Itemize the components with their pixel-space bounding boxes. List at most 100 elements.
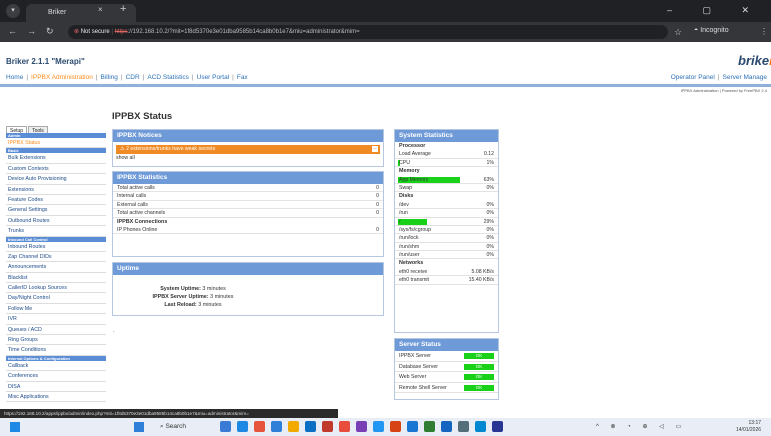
uptime-panel: Uptime System Uptime: 3 minutes IPPBX Ser… (112, 262, 384, 316)
sidebar-item-callerid-lookup-sources[interactable]: CallerID Lookup Sources (6, 283, 106, 294)
nav-cdr[interactable]: CDR (126, 74, 140, 81)
top-nav: Home | IPPBX Administration | Billing | CDR | AC… (6, 74, 248, 81)
taskbar-app-icon[interactable] (237, 421, 248, 432)
ok-badge: OK (464, 363, 494, 370)
system-value: 0.12 (483, 151, 494, 158)
sidebar-item-device-auto-provisioning[interactable]: Device Auto Provisioning (6, 174, 106, 185)
nav-acd-statistics[interactable]: ACD Statistics (147, 74, 189, 81)
taskbar-app-icon[interactable] (373, 421, 384, 432)
nav-buttons[interactable]: ←→↻ (8, 26, 64, 37)
browser-menu-icon[interactable]: ⋮ (760, 27, 768, 36)
system-value: 0% (486, 210, 495, 217)
nav-server-manage[interactable]: Server Manage (723, 74, 767, 81)
window-controls[interactable]: – ▢ ✕ (667, 5, 763, 16)
taskbar-app-icon[interactable] (424, 421, 435, 432)
sidebar-item-trunks[interactable]: Trunks (6, 226, 106, 237)
stat-row: External calls 0 (113, 201, 383, 210)
sidebar-item-conferences[interactable]: Conferences (6, 371, 106, 382)
connections-heading: IPPBX Connections (117, 218, 168, 225)
sidebar-item-follow-me[interactable]: Follow Me (6, 304, 106, 315)
sidebar-item-callback[interactable]: Callback (6, 361, 106, 372)
url-field[interactable]: ⊗ Not secure | https://192.168.10.2/?mit… (68, 25, 668, 39)
stat-row: Total active channels 0 (113, 209, 383, 218)
system-value: 0% (486, 235, 495, 242)
system-row: Swap 0% (395, 184, 498, 193)
system-value: 0% (486, 252, 495, 259)
sidebar-item-disa[interactable]: DISA (6, 382, 106, 392)
nav-billing[interactable]: Billing (101, 74, 118, 81)
clock[interactable]: 13:17 14/01/2026 (736, 420, 761, 434)
system-statistics-panel: System Statistics Processor Load Average 0… (394, 129, 499, 333)
nav-home[interactable]: Home (6, 74, 23, 81)
taskbar-app-icon[interactable] (220, 421, 231, 432)
weak-secret-alert[interactable]: ⚠ 2 extensions/trunks have weak secrets … (116, 145, 380, 154)
system-tray[interactable]: ^ ⊗ ◔ ⊕ ◁ ▭ (596, 423, 686, 430)
new-tab-button[interactable]: + (120, 3, 126, 15)
taskbar-app-icon[interactable] (254, 421, 265, 432)
warning-icon: ⊗ (74, 29, 80, 35)
taskbar-app-icon[interactable] (271, 421, 282, 432)
sidebar-item-outbound-routes[interactable]: Outbound Routes (6, 216, 106, 227)
nav-operator-panel[interactable]: Operator Panel (671, 74, 715, 81)
show-all-link[interactable]: show all (113, 155, 383, 161)
system-label: App Memory (399, 176, 429, 183)
system-label: /run/user (399, 252, 420, 259)
stat-label: Total active calls (117, 185, 155, 191)
system-value: 0% (486, 243, 495, 250)
sidebar-item-blacklist[interactable]: Blacklist (6, 273, 106, 284)
sidebar-item-general-settings[interactable]: General Settings (6, 205, 106, 216)
system-row: /run/user 0% (395, 251, 498, 260)
sidebar-item-ivr[interactable]: IVR (6, 314, 106, 325)
sidebar-item-ippbx-status[interactable]: IPPBX Status (6, 138, 106, 149)
sidebar-item-feature-codes[interactable]: Feature Codes (6, 195, 106, 206)
sidebar-item-zap-channel-dids[interactable]: Zap Channel DIDs (6, 252, 106, 263)
taskbar-app-icon[interactable] (356, 421, 367, 432)
server-name: IPPBX Server (399, 353, 432, 359)
taskbar-app-icon[interactable] (441, 421, 452, 432)
sidebar-item-extensions[interactable]: Extensions (6, 185, 106, 195)
system-value: 0% (486, 226, 495, 233)
tab-search-icon[interactable]: ▾ (6, 4, 20, 18)
taskbar-search[interactable]: ⌕ Search (150, 420, 210, 434)
sidebar-item-inbound-routes[interactable]: Inbound Routes (6, 242, 106, 252)
sidebar-item-bulk-extensions[interactable]: Bulk Extensions (6, 153, 106, 164)
incognito-badge[interactable]: ◓ Incognito (694, 27, 729, 34)
sidebar-item-day-night-control[interactable]: Day/Night Control (6, 293, 106, 304)
system-row: eth0 transmit 15.40 KB/s (395, 276, 498, 285)
nav-fax[interactable]: Fax (237, 74, 248, 81)
sidebar-item-custom-contexts[interactable]: Custom Contexts (6, 164, 106, 175)
alert-close-icon[interactable]: – (372, 146, 378, 152)
sidebar: Admin IPPBX Status Basic Bulk Extensions Cus… (6, 133, 106, 403)
tab-close-icon[interactable]: × (98, 5, 103, 14)
system-statistics-title: System Statistics (395, 130, 498, 142)
uptime-title: Uptime (113, 263, 383, 275)
sidebar-item-announcements[interactable]: Announcements (6, 262, 106, 273)
taskbar-app-icon[interactable] (458, 421, 469, 432)
taskbar-app-icon[interactable] (407, 421, 418, 432)
taskbar-app-icon[interactable] (288, 421, 299, 432)
nav-ippbx-administration[interactable]: IPPBX Administration (31, 74, 93, 81)
sidebar-item-misc-applications[interactable]: Misc Applications (6, 392, 106, 403)
nav-separator: | (95, 74, 98, 81)
server-row: Web Server OK (395, 372, 498, 383)
taskbar-app-icon[interactable] (492, 421, 503, 432)
sidebar-item-ring-groups[interactable]: Ring Groups (6, 335, 106, 346)
nav-separator: | (26, 74, 29, 81)
nav-user-portal[interactable]: User Portal (197, 74, 230, 81)
taskbar-app-icon[interactable] (390, 421, 401, 432)
system-row: /dev 0% (395, 201, 498, 210)
sidebar-item-queues-acd[interactable]: Queues / ACD (6, 325, 106, 336)
taskbar-app-icon[interactable] (305, 421, 316, 432)
system-section-disks: Disks (399, 193, 414, 200)
taskbar-app-icon[interactable] (339, 421, 350, 432)
start-icon[interactable] (134, 422, 144, 432)
system-label: / (399, 218, 401, 225)
not-secure-label[interactable]: Not secure (81, 29, 110, 35)
bookmark-star-icon[interactable]: ☆ (674, 27, 682, 38)
taskbar-app-icon[interactable] (322, 421, 333, 432)
widgets-icon[interactable] (10, 422, 20, 432)
stat-label: Internal calls (117, 193, 147, 200)
taskbar-app-icon[interactable] (475, 421, 486, 432)
sidebar-item-time-conditions[interactable]: Time Conditions (6, 345, 106, 356)
system-row: /sys/fs/cgroup 0% (395, 226, 498, 235)
